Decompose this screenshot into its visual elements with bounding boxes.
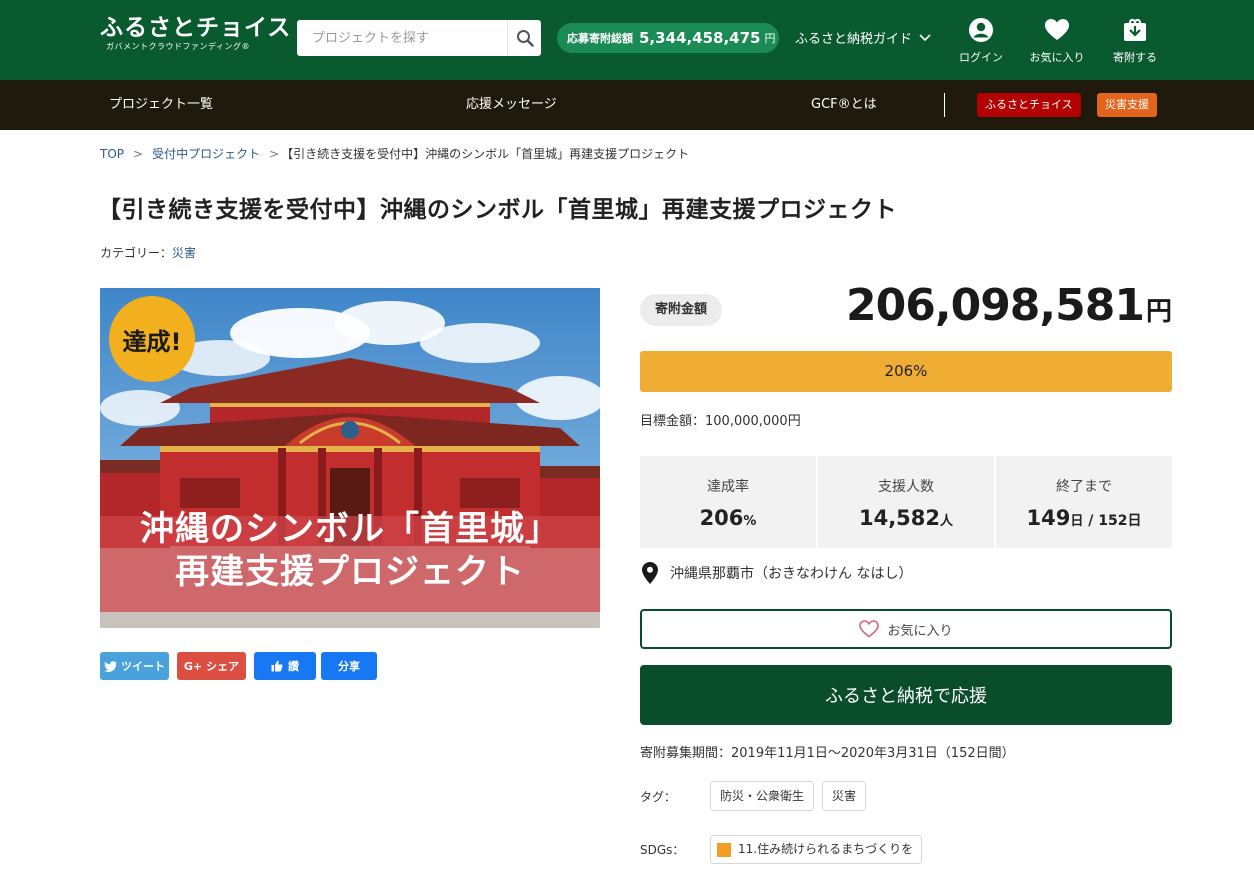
donate-label: 寄附する (1113, 51, 1157, 64)
location-text: 沖縄県那覇市（おきなわけん なはし） (670, 566, 913, 582)
donation-period: 寄附募集期間：2019年11月1日～2020年3月31日（152日間） (640, 746, 1015, 761)
sdg-11-icon (717, 842, 731, 857)
project-stats: 達成率 206% 支援人数 14,582人 終了まで 149日 / 152日 (640, 456, 1172, 548)
google-plus-label: シェア (206, 660, 240, 673)
header-favorites-label: お気に入り (1029, 51, 1085, 64)
stat-remaining-value-wrap: 149日 / 152日 (996, 506, 1172, 530)
tag-disaster-prevention[interactable]: 防災・公衆衛生 (710, 781, 815, 811)
header-favorites-button[interactable]: お気に入り (1022, 16, 1092, 65)
stat-rate-value: 206 (699, 506, 744, 530)
funding-progress-bar: 206% (640, 351, 1172, 392)
category-label: カテゴリー： (100, 246, 173, 260)
breadcrumb: TOP > 受付中プロジェクト > 【引き続き支援を受付中】沖縄のシンボル「首里城」再建… (100, 145, 689, 162)
twitter-icon (104, 660, 117, 672)
donation-amount: 206,098,581円 (846, 280, 1172, 331)
stat-remaining-unit: 日 (1070, 514, 1084, 529)
tweet-button[interactable]: ツイート (100, 652, 169, 680)
sdgs-label: SDGs： (640, 843, 685, 857)
map-pin-icon (642, 562, 658, 584)
stat-remaining-total: / 152日 (1083, 513, 1142, 529)
donation-amount-label: 寄附金額 (640, 294, 723, 326)
search-input[interactable] (297, 20, 505, 56)
sdgs-row: SDGs： 11.住み続けられるまちづくりを (640, 835, 923, 864)
logo-sub-text: ガバメントクラウドファンディング® (106, 42, 250, 51)
hero-caption-line2: 再建支援プロジェクト (175, 551, 525, 592)
heart-outline-icon (859, 620, 880, 638)
total-donations-label: 応募寄附総額 (567, 32, 633, 45)
search-icon (516, 30, 534, 47)
category-link[interactable]: 災害 (172, 246, 196, 260)
thumbs-up-icon (271, 660, 283, 672)
funding-progress-text: 206% (884, 362, 928, 380)
breadcrumb-current: 【引き続き支援を受付中】沖縄のシンボル「首里城」再建支援プロジェクト (281, 147, 690, 161)
stat-rate-value-wrap: 206% (640, 506, 816, 530)
add-favorite-button[interactable]: お気に入り (640, 609, 1172, 649)
nav-disaster-support-badge[interactable]: 災害支援 (1097, 93, 1157, 117)
google-plus-icon: G+ (183, 659, 203, 673)
stat-supporters-value: 14,582 (858, 506, 941, 530)
tag-disaster[interactable]: 災害 (822, 781, 867, 811)
guide-label: ふるさと納税ガイド (795, 32, 913, 47)
tweet-label: ツイート (121, 660, 165, 673)
facebook-like-button[interactable]: 讚 (254, 652, 316, 680)
login-button[interactable]: ログイン (946, 16, 1016, 65)
nav-about-gcf[interactable]: GCF®とは (811, 80, 877, 130)
sdg-tag-label: 11.住み続けられるまちづくりを (738, 842, 914, 856)
breadcrumb-separator: > (133, 147, 144, 161)
stat-supporters-label: 支援人数 (878, 479, 934, 495)
donate-button[interactable]: 寄附する (1100, 16, 1170, 65)
hero-caption-line1: 沖縄のシンボル「首里城」 (140, 509, 560, 549)
tags-label: タグ： (640, 789, 677, 804)
stat-rate-label: 達成率 (707, 479, 749, 495)
site-logo[interactable]: ふるさとチョイス ガバメントクラウドファンディング® (100, 14, 291, 52)
nav-divider (944, 93, 945, 117)
project-hero-image: 達成! 沖縄のシンボル「首里城」 再建支援プロジェクト (100, 288, 600, 628)
furusato-guide-menu[interactable]: ふるさと納税ガイド (795, 28, 931, 47)
breadcrumb-separator: > (269, 147, 280, 161)
stat-rate-unit: % (743, 514, 757, 529)
donation-amount-value: 206,098,581 (846, 280, 1145, 331)
facebook-like-label: 讚 (288, 660, 299, 673)
stat-supporters: 支援人数 14,582人 (818, 456, 994, 548)
sdg-tag[interactable]: 11.住み続けられるまちづくりを (710, 835, 923, 864)
stat-supporters-value-wrap: 14,582人 (818, 506, 994, 530)
total-donations-pill: 応募寄附総額 5,344,458,475 円 (557, 23, 779, 53)
facebook-share-label: 分享 (338, 660, 360, 673)
page-title: 【引き続き支援を受付中】沖縄のシンボル「首里城」再建支援プロジェクト (98, 197, 897, 223)
search-box (297, 20, 541, 56)
stat-remaining-days: 終了まで 149日 / 152日 (996, 456, 1172, 548)
nav-support-messages[interactable]: 応援メッセージ (466, 80, 557, 130)
hero-caption: 沖縄のシンボル「首里城」 再建支援プロジェクト (100, 508, 600, 593)
stat-remaining-value: 149 (1026, 506, 1071, 530)
nav-furusato-choice-badge[interactable]: ふるさとチョイス (977, 93, 1081, 117)
heart-icon (1045, 19, 1069, 40)
site-header: ふるさとチョイス ガバメントクラウドファンディング® 応募寄附総額 5,344,… (0, 0, 1254, 80)
project-location: 沖縄県那覇市（おきなわけん なはし） (642, 562, 912, 584)
stat-achievement-rate: 達成率 206% (640, 456, 816, 548)
user-icon (969, 18, 993, 42)
chevron-down-icon (919, 33, 931, 41)
stat-supporters-unit: 人 (940, 514, 954, 529)
nav-project-list[interactable]: プロジェクト一覧 (109, 80, 213, 130)
breadcrumb-top[interactable]: TOP (100, 147, 124, 161)
search-button[interactable] (507, 20, 541, 56)
target-amount: 目標金額：100,000,000円 (640, 414, 801, 429)
login-label: ログイン (959, 51, 1003, 64)
tags-row: タグ： 防災・公衆衛生 災害 (640, 781, 874, 811)
main-nav: プロジェクト一覧 応援メッセージ GCF®とは ふるさとチョイス 災害支援 (0, 80, 1254, 130)
google-plus-share-button[interactable]: G+ シェア (177, 652, 246, 680)
donation-amount-unit: 円 (1145, 297, 1172, 327)
total-donations-value: 5,344,458,475 (639, 29, 761, 47)
total-donations-unit: 円 (764, 32, 776, 45)
achieved-badge: 達成! (109, 296, 195, 382)
stat-remaining-label: 終了まで (1056, 479, 1112, 495)
add-favorite-label: お気に入り (887, 623, 953, 639)
category: カテゴリー：災害 (100, 244, 196, 261)
furusato-tax-support-button[interactable]: ふるさと納税で応援 (640, 665, 1172, 725)
logo-main-text: ふるさとチョイス (100, 15, 292, 41)
facebook-share-button[interactable]: 分享 (321, 652, 377, 680)
gift-box-icon (1124, 18, 1146, 41)
breadcrumb-projects[interactable]: 受付中プロジェクト (152, 147, 260, 161)
